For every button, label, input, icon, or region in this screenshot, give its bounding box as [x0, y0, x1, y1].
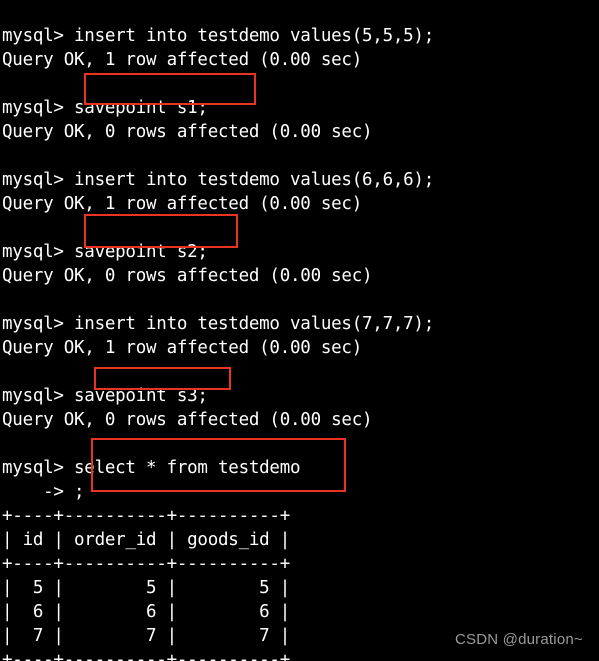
console-line: | id | order_id | goods_id |: [2, 529, 291, 550]
console-line: | 5 | 5 | 5 |: [2, 577, 291, 598]
console-line: Query OK, 0 rows affected (0.00 sec): [2, 409, 373, 430]
console-line: mysql> insert into testdemo values(7,7,7…: [2, 313, 435, 334]
console-line: mysql> insert into testdemo values(5,5,5…: [2, 25, 435, 46]
console-line: Query OK, 1 row affected (0.00 sec): [2, 49, 363, 70]
console-line: Query OK, 1 row affected (0.00 sec): [2, 337, 363, 358]
console-line: mysql> savepoint s1;: [2, 97, 208, 118]
console-line: mysql> insert into testdemo values(6,6,6…: [2, 169, 435, 190]
console-line: mysql> savepoint s3;: [2, 385, 208, 406]
console-line: Query OK, 0 rows affected (0.00 sec): [2, 265, 373, 286]
console-line: | 6 | 6 | 6 |: [2, 601, 291, 622]
console-line: +----+----------+----------+: [2, 649, 291, 661]
console-line: -> ;: [2, 481, 85, 502]
console-line: mysql> select * from testdemo: [2, 457, 301, 478]
terminal-window[interactable]: mysql> insert into testdemo values(5,5,5…: [0, 0, 599, 661]
console-line: Query OK, 0 rows affected (0.00 sec): [2, 121, 373, 142]
console-line: Query OK, 1 row affected (0.00 sec): [2, 193, 363, 214]
console-line: +----+----------+----------+: [2, 553, 291, 574]
watermark-label: CSDN @duration~: [455, 631, 583, 648]
console-line: mysql> savepoint s2;: [2, 241, 208, 262]
console-output[interactable]: mysql> insert into testdemo values(5,5,5…: [0, 18, 599, 661]
console-line: +----+----------+----------+: [2, 505, 291, 526]
